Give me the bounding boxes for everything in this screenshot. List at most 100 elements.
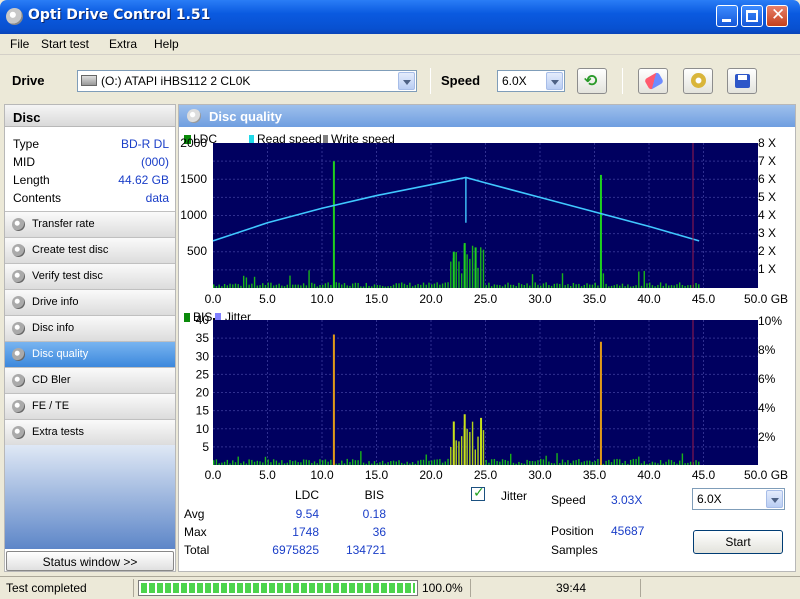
bis-bar: [471, 421, 474, 465]
ldc-bar: [684, 285, 686, 288]
ldc-bar: [458, 261, 460, 288]
ldc-bar: [504, 284, 506, 288]
nav-label: Extra tests: [32, 426, 84, 438]
drive-icon: [81, 75, 97, 86]
charts-area: LDC Read speed Write speed 2000 1500 100…: [180, 132, 788, 482]
speed-select[interactable]: 6.0X: [497, 70, 565, 92]
menu-extra[interactable]: Extra: [109, 37, 137, 51]
bis-y-tick: 35: [196, 331, 210, 345]
menu-help[interactable]: Help: [154, 37, 179, 51]
disc-icon: [12, 270, 25, 283]
drive-value: (O:) ATAPI iHBS112 2 CL0K: [101, 74, 251, 88]
ldc-bar: [583, 284, 585, 288]
bis-bar: [621, 462, 624, 465]
bis-bar: [610, 462, 613, 465]
refresh-button[interactable]: ⟲: [577, 68, 607, 94]
ldc-bar: [496, 284, 498, 288]
start-button[interactable]: Start: [693, 530, 783, 554]
ldc-y-tick-1000: 1000: [180, 208, 207, 222]
ldc-bar: [444, 282, 447, 288]
bis-bar: [657, 463, 659, 465]
chevron-down-icon[interactable]: [766, 490, 783, 508]
nav-drive-info[interactable]: Drive info: [5, 289, 175, 315]
status-window-button[interactable]: Status window >>: [6, 551, 174, 571]
ldc-bar: [548, 285, 550, 288]
bis-bar: [659, 460, 662, 465]
bis-bar: [376, 463, 378, 465]
ldc-bar: [327, 282, 329, 288]
bis-spike: [480, 417, 483, 465]
bis-bar: [477, 436, 479, 465]
menu-file[interactable]: File: [10, 37, 29, 51]
chevron-down-icon[interactable]: [398, 72, 415, 90]
nav-verify-test-disc[interactable]: Verify test disc: [5, 263, 175, 289]
bis-bar: [297, 462, 299, 465]
ldc-bar: [259, 285, 261, 288]
nav-fe-te[interactable]: FE / TE: [5, 393, 175, 419]
legend-write-swatch: [323, 135, 328, 144]
save-icon: [735, 74, 750, 88]
bis-bar: [589, 460, 591, 465]
ldc-bar: [545, 282, 547, 288]
bis-bar: [283, 463, 286, 465]
ldc-bar: [605, 283, 607, 288]
chevron-down-icon[interactable]: [546, 72, 563, 90]
maximize-button[interactable]: [741, 5, 763, 27]
bis-bar: [496, 461, 498, 465]
bis-bar: [684, 463, 686, 465]
nav-label: Disc quality: [32, 348, 89, 360]
jitter-checkbox[interactable]: ✓: [471, 485, 485, 501]
nav-disc-info[interactable]: Disc info: [5, 315, 175, 341]
ldc-bar: [572, 282, 575, 288]
ldc-bar: [237, 284, 239, 288]
save-button[interactable]: [727, 68, 757, 94]
bis-bar: [417, 460, 419, 465]
ldc-bar: [589, 284, 591, 288]
ldc-bar: [556, 283, 558, 288]
ldc-bar: [613, 285, 615, 288]
bis-y-tick: 20: [196, 386, 210, 400]
bis-bar: [572, 460, 575, 465]
bis-bar: [338, 463, 340, 465]
speed-tick-5x: 5 X: [758, 190, 776, 204]
bis-bar: [534, 461, 536, 465]
nav-transfer-rate[interactable]: Transfer rate: [5, 211, 175, 237]
stat-avg-label: Avg: [184, 507, 205, 521]
bis-bar: [409, 463, 411, 465]
ldc-bar: [253, 276, 256, 288]
ldc-bar: [411, 286, 414, 288]
nav-create-test-disc[interactable]: Create test disc: [5, 237, 175, 263]
menu-start-test[interactable]: Start test: [41, 37, 89, 51]
bis-bar: [556, 453, 558, 465]
drive-select[interactable]: (O:) ATAPI iHBS112 2 CL0K: [77, 70, 417, 92]
nav-extra-tests[interactable]: Extra tests: [5, 419, 175, 445]
ldc-bar: [621, 283, 624, 288]
ldc-bar: [379, 285, 381, 288]
test-speed-select[interactable]: 6.0X: [692, 488, 785, 510]
bis-bar: [379, 462, 381, 465]
bis-bar: [594, 461, 596, 465]
disc-icon: [12, 348, 25, 361]
ldc-y-tick-1500: 1500: [180, 172, 207, 186]
bis-bar: [398, 460, 400, 465]
ldc-bar: [485, 285, 487, 288]
bis-bar: [420, 459, 422, 465]
divider: [640, 579, 641, 597]
ldc-bar: [240, 285, 242, 288]
close-button[interactable]: ✕: [766, 5, 788, 27]
settings-button[interactable]: [683, 68, 713, 94]
nav-label: Create test disc: [32, 244, 109, 256]
ldc-bar: [523, 285, 526, 288]
minimize-button[interactable]: [716, 5, 738, 27]
bis-bar: [221, 462, 223, 465]
bis-x-tick: 30.0: [528, 468, 552, 482]
bis-bar: [311, 462, 313, 465]
ldc-bar: [256, 285, 258, 288]
bis-bar: [583, 461, 585, 465]
nav-disc-quality[interactable]: Disc quality: [5, 341, 175, 367]
bis-bar: [373, 461, 376, 465]
nav-cd-bler[interactable]: CD Bler: [5, 367, 175, 393]
erase-button[interactable]: [638, 68, 668, 94]
ldc-bar: [349, 285, 351, 288]
bis-bar: [542, 459, 545, 465]
